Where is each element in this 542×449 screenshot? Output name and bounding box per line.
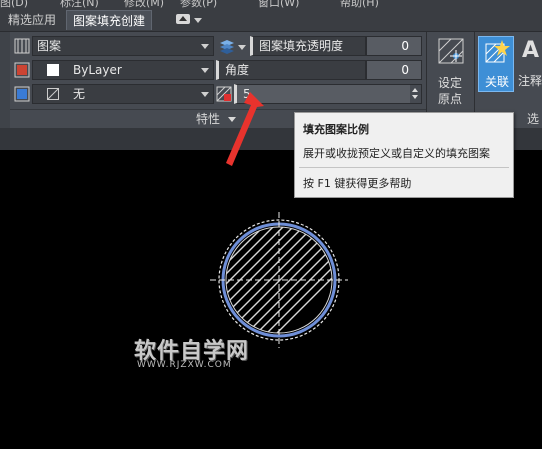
associative-label: 关联 [485,75,510,89]
background-color-combo[interactable]: 无 [32,84,214,104]
menu-draw[interactable]: 图(D) [0,0,28,8]
tab-featured-apps[interactable]: 精选应用 [2,10,62,30]
background-color-value: 无 [73,87,86,101]
tooltip-help: 按 F1 键获得更多帮助 [303,177,412,190]
background-color-icon [14,86,30,102]
spin-up-icon[interactable] [412,88,418,92]
annotation-arrow-icon [226,92,264,166]
set-origin-icon [438,38,464,64]
scale-spinner[interactable] [410,85,421,103]
angle-input[interactable]: 0 [366,60,422,80]
chevron-down-icon [201,68,209,73]
angle-label: 角度 [216,60,366,80]
transparency-input[interactable]: 0 [366,36,422,56]
set-origin-button[interactable]: 设定 原点 [432,34,472,108]
menu-help[interactable]: 帮助(H) [340,0,379,8]
chevron-down-icon [194,18,202,23]
transparency-icon[interactable] [218,37,236,55]
left-panel-edge [0,32,10,128]
set-origin-label-1: 设定 [438,76,463,90]
hatch-type-icon [14,38,30,54]
color-swatch [47,64,59,76]
annotative-icon: A [522,38,540,63]
hatch-color-icon [14,62,30,78]
tooltip-description: 展开或收拢预定义或自定义的填充图案 [303,147,490,160]
menu-parametric[interactable]: 参数(P) [180,0,217,8]
annotative-label: 注释 [518,74,542,88]
tooltip-divider [299,167,509,168]
tooltip-title: 填充图案比例 [303,123,369,136]
associative-icon [485,40,510,63]
transparency-label: 图案填充透明度 [250,36,366,56]
watermark-url: WWW.RJZXW.COM [137,360,232,370]
chevron-down-icon [201,44,209,49]
annotative-button[interactable]: A 注释 [516,36,542,92]
spin-down-icon[interactable] [412,95,418,99]
hatch-type-value: 图案 [37,39,62,53]
hatch-type-combo[interactable]: 图案 [32,36,214,56]
menu-window[interactable]: 窗口(W) [258,0,299,8]
hatch-color-combo[interactable]: ByLayer [32,60,214,80]
ribbon-display-toggle[interactable] [174,13,202,27]
chevron-down-icon[interactable] [238,45,246,50]
options-panel-title[interactable]: 选 [527,110,539,127]
menu-dimension[interactable]: 标注(N) [60,0,99,8]
hatch-color-value: ByLayer [73,63,122,77]
no-color-swatch [47,88,59,100]
menu-modify[interactable]: 修改(M) [124,0,164,8]
panel-toggle-icon [176,14,190,24]
ribbon-tab-strip: 精选应用 图案填充创建 [0,8,542,32]
chevron-down-icon [201,92,209,97]
associative-button[interactable]: 关联 [478,36,514,92]
hatch-scale-tooltip: 填充图案比例 展开或收拢预定义或自定义的填充图案 按 F1 键获得更多帮助 [294,112,514,198]
set-origin-label-2: 原点 [438,92,463,106]
menu-bar: 图(D) 标注(N) 修改(M) 参数(P) 窗口(W) 帮助(H) [0,0,542,8]
tab-hatch-creation[interactable]: 图案填充创建 [66,10,153,30]
